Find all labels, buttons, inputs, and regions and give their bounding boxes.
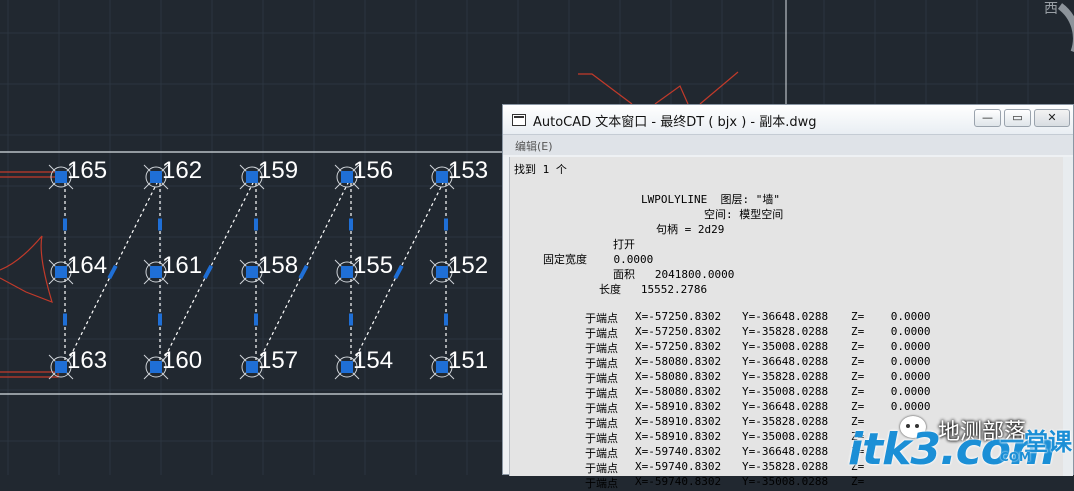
vertex-row: 于端点 X=-57250.8302 Y=-35828.0288 Z= 0.0000 [510, 325, 1065, 340]
vertex-x: X=-58910.8302 [635, 430, 722, 443]
vertex-y: Y=-36648.0288 [742, 355, 829, 368]
vertex-y: Y=-36648.0288 [742, 310, 829, 323]
point-label: 165 [67, 157, 107, 184]
compass-west-label: 西 [1044, 1, 1058, 17]
point-label: 151 [448, 347, 488, 374]
vertex-label: 于端点 [585, 312, 618, 325]
menu-edit[interactable]: 编辑(E) [515, 138, 553, 154]
point-label: 159 [258, 157, 298, 184]
found-count-line: 找到 1 个 [514, 163, 567, 176]
vertex-z: Z= 0.0000 [851, 400, 931, 413]
vertex-z: Z= 0.0000 [851, 385, 931, 398]
vertex-row: 于端点 X=-57250.8302 Y=-35008.0288 Z= 0.0000 [510, 340, 1065, 355]
vertex-y: Y=-35008.0288 [742, 340, 829, 353]
vertex-x: X=-57250.8302 [635, 340, 722, 353]
vertex-label: 于端点 [585, 357, 618, 370]
point-labels: 165 162 159 156 153 164 161 158 155 152 163 160 157 1… [67, 157, 488, 374]
vertex-label: 于端点 [585, 462, 618, 475]
vertex-row: 于端点 X=-58080.8302 Y=-36648.0288 Z= 0.0000 [510, 355, 1065, 370]
vertex-x: X=-57250.8302 [635, 310, 722, 323]
vertex-label: 于端点 [585, 477, 618, 490]
window-titlebar[interactable]: AutoCAD 文本窗口 - 最终DT ( bjx ) - 副本.dwg — ▭… [503, 105, 1073, 135]
point-label: 153 [448, 157, 488, 184]
vertex-x: X=-58910.8302 [635, 415, 722, 428]
vertex-label: 于端点 [585, 432, 618, 445]
close-button[interactable]: ✕ [1034, 109, 1070, 127]
window-title: AutoCAD 文本窗口 - 最终DT ( bjx ) - 副本.dwg [533, 115, 817, 130]
vertex-y: Y=-35008.0288 [742, 430, 829, 443]
length-line: 长度 15552.2786 [599, 283, 708, 296]
vertex-row: 于端点 X=-58910.8302 Y=-36648.0288 Z= 0.0000 [510, 400, 1065, 415]
vertex-y: Y=-35008.0288 [742, 475, 829, 488]
vertex-x: X=-58080.8302 [635, 355, 722, 368]
point-label: 162 [162, 157, 202, 184]
vertex-label: 于端点 [585, 447, 618, 460]
vertex-z: Z= 0.0000 [851, 310, 931, 323]
vertex-z: Z= 0.0000 [851, 340, 931, 353]
vertex-y: Y=-35008.0288 [742, 385, 829, 398]
vertex-x: X=-59740.8302 [635, 445, 722, 458]
point-label: 157 [258, 347, 298, 374]
watermark-side-bottom: COM [1000, 450, 1031, 464]
vertex-row: 于端点 X=-59740.8302 Y=-35008.0288 Z= [510, 475, 1065, 490]
point-label: 154 [353, 347, 393, 374]
vertex-row: 于端点 X=-58080.8302 Y=-35828.0288 Z= 0.0000 [510, 370, 1065, 385]
space-line: 空间: 模型空间 [704, 208, 784, 221]
vertex-x: X=-58910.8302 [635, 400, 722, 413]
entity-type-line: LWPOLYLINE 图层: "墙" [641, 193, 780, 206]
vertex-label: 于端点 [585, 372, 618, 385]
constant-width-line: 固定宽度 0.0000 [543, 253, 654, 266]
point-label: 161 [162, 252, 202, 279]
vertex-x: X=-57250.8302 [635, 325, 722, 338]
point-label: 152 [448, 252, 488, 279]
vertex-y: Y=-35828.0288 [742, 460, 829, 473]
minimize-button[interactable]: — [974, 109, 1001, 127]
vertex-label: 于端点 [585, 387, 618, 400]
vertex-z: Z= 0.0000 [851, 370, 931, 383]
restore-button[interactable]: ▭ [1004, 109, 1031, 127]
vertex-y: Y=-36648.0288 [742, 400, 829, 413]
vertex-z: Z= [851, 475, 865, 488]
vertex-x: X=-59740.8302 [635, 460, 722, 473]
vertex-x: X=-58080.8302 [635, 370, 722, 383]
vertex-row: 于端点 X=-58080.8302 Y=-35008.0288 Z= 0.0000 [510, 385, 1065, 400]
vertex-label: 于端点 [585, 327, 618, 340]
vertex-z: Z= 0.0000 [851, 325, 931, 338]
handle-line: 句柄 = 2d29 [656, 223, 725, 236]
vertex-label: 于端点 [585, 342, 618, 355]
text-window-icon [512, 114, 526, 126]
point-label: 158 [258, 252, 298, 279]
vertex-y: Y=-35828.0288 [742, 415, 829, 428]
vertex-y: Y=-36648.0288 [742, 445, 829, 458]
point-label: 160 [162, 347, 202, 374]
open-status-line: 打开 [613, 238, 635, 251]
point-label: 155 [353, 252, 393, 279]
vertex-y: Y=-35828.0288 [742, 370, 829, 383]
vertex-label: 于端点 [585, 417, 618, 430]
vertex-label: 于端点 [585, 402, 618, 415]
area-line: 面积 2041800.0000 [613, 268, 735, 281]
vertex-y: Y=-35828.0288 [742, 325, 829, 338]
viewcube-ring[interactable] [1057, 3, 1074, 52]
vertex-z: Z= 0.0000 [851, 355, 931, 368]
vertex-x: X=-59740.8302 [635, 475, 722, 488]
vertex-x: X=-58080.8302 [635, 385, 722, 398]
point-label: 163 [67, 347, 107, 374]
point-label: 156 [353, 157, 393, 184]
vertex-row: 于端点 X=-57250.8302 Y=-36648.0288 Z= 0.0000 [510, 310, 1065, 325]
point-label: 164 [67, 252, 107, 279]
menu-bar: 编辑(E) [503, 135, 1073, 155]
